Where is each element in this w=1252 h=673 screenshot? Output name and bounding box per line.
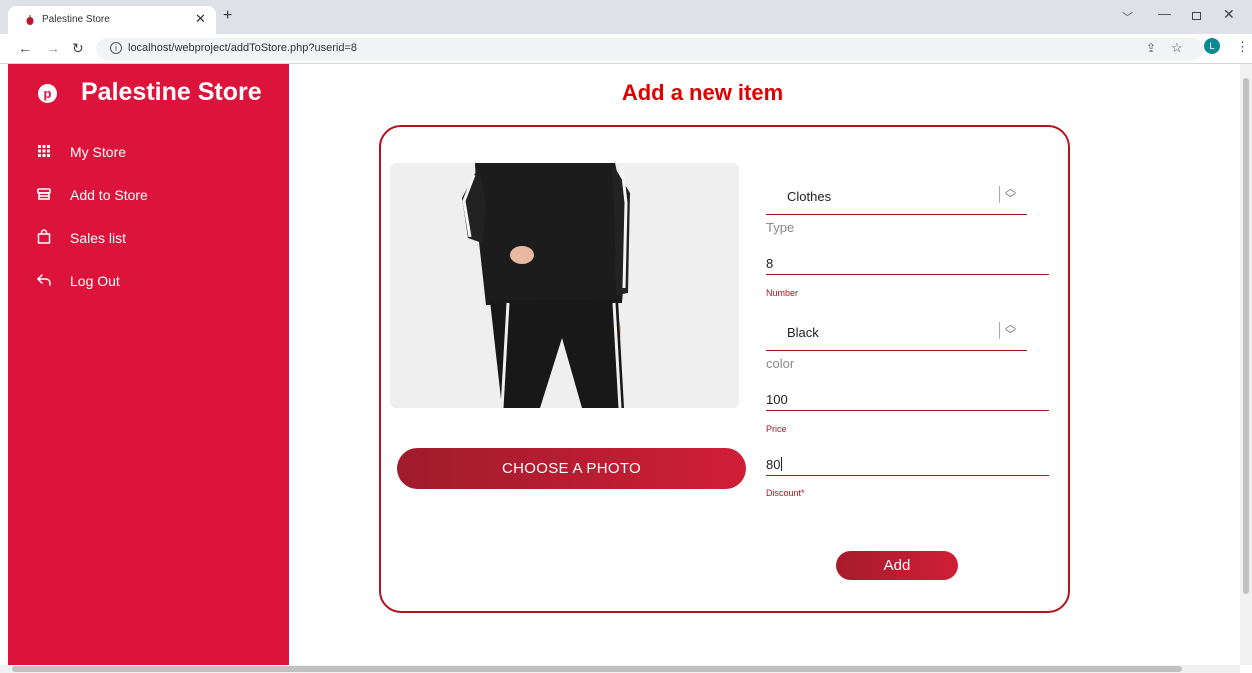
reload-icon[interactable]: ↻ (72, 40, 84, 57)
price-helper-text: Price (766, 424, 787, 434)
price-input-value: 100 (766, 392, 788, 407)
horizontal-scrollbar[interactable] (0, 665, 1240, 673)
pinterest-logo-icon: p (38, 84, 57, 103)
page-title: Add a new item (621, 80, 784, 105)
select-divider (999, 322, 1000, 339)
vertical-scrollbar[interactable] (1240, 64, 1252, 665)
forward-arrow-icon[interactable]: → (46, 40, 60, 56)
address-toolbar: ← → ↻ i localhost/webproject/addToStore.… (0, 34, 1252, 64)
store-icon (37, 188, 51, 200)
tab-close-icon[interactable]: ✕ (195, 11, 206, 27)
type-select[interactable]: Clothes ︿ ﹀ (766, 177, 1027, 215)
color-helper-text: color (766, 356, 795, 371)
price-input[interactable]: 100 (766, 387, 1049, 411)
sidebar-item-label: Sales list (70, 230, 127, 246)
vertical-scroll-thumb[interactable] (1243, 78, 1249, 594)
browser-menu-icon[interactable]: ⋮ (1236, 39, 1249, 55)
maximize-icon[interactable] (1192, 12, 1201, 20)
tab-title: Palestine Store (42, 14, 110, 25)
sidebar-item-sales-list[interactable]: Sales list (36, 226, 276, 250)
sidebar-item-label: My Store (70, 144, 127, 160)
horizontal-scroll-thumb[interactable] (12, 666, 1182, 672)
window-close-icon[interactable]: ✕ (1223, 6, 1235, 23)
tab-search-chevron-icon[interactable]: ﹀ (1122, 9, 1133, 25)
number-helper-text: Number (766, 288, 799, 298)
number-input[interactable]: 8 (766, 251, 1049, 275)
choose-photo-button[interactable]: CHOOSE A PHOTO (397, 448, 746, 489)
text-caret (781, 457, 783, 471)
type-select-value: Clothes (787, 189, 832, 204)
up-down-chevron-icon: ︿ ﹀ (1005, 319, 1016, 341)
brand-name: Palestine Store (81, 78, 262, 106)
sidebar-item-add-to-store[interactable]: Add to Store (36, 183, 276, 207)
address-bar[interactable]: i localhost/webproject/addToStore.php?us… (96, 38, 1204, 60)
sidebar-item-label: Log Out (70, 273, 120, 289)
discount-input-value: 80 (766, 457, 783, 472)
url-text[interactable]: localhost/webproject/addToStore.php?user… (128, 42, 357, 54)
color-select-value: Black (787, 325, 819, 340)
color-select[interactable]: Black ︿ ﹀ (766, 313, 1027, 351)
number-input-value: 8 (766, 256, 774, 271)
add-button[interactable]: Add (836, 551, 958, 580)
discount-helper-text: Discount* (766, 488, 805, 498)
site-info-icon[interactable]: i (110, 42, 122, 54)
share-icon[interactable]: ⇪ (1146, 41, 1156, 55)
up-down-chevron-icon: ︿ ﹀ (1005, 183, 1016, 205)
type-helper-text: Type (766, 220, 795, 235)
logout-arrow-icon (36, 274, 51, 286)
discount-input[interactable]: 80 (766, 452, 1049, 476)
bookmark-star-icon[interactable]: ☆ (1171, 40, 1183, 56)
grid-icon (38, 145, 50, 157)
profile-avatar[interactable]: L (1204, 38, 1220, 54)
shopping-bag-icon (37, 229, 51, 244)
back-arrow-icon[interactable]: ← (18, 40, 32, 56)
browser-tab[interactable]: Palestine Store ✕ (8, 6, 216, 34)
sidebar-item-label: Add to Store (70, 187, 148, 203)
browser-tab-strip: Palestine Store ✕ + ﹀ — ✕ (0, 0, 1252, 34)
sidebar: p Palestine Store My Store Add to Store (8, 64, 289, 665)
minimize-icon[interactable]: — (1158, 6, 1171, 21)
product-photo (390, 163, 739, 408)
sidebar-item-log-out[interactable]: Log Out (36, 269, 276, 293)
tracksuit-image (390, 163, 739, 408)
select-divider (999, 186, 1000, 203)
favicon-icon (26, 15, 34, 25)
sidebar-item-my-store[interactable]: My Store (36, 140, 276, 164)
new-tab-icon[interactable]: + (223, 8, 232, 24)
